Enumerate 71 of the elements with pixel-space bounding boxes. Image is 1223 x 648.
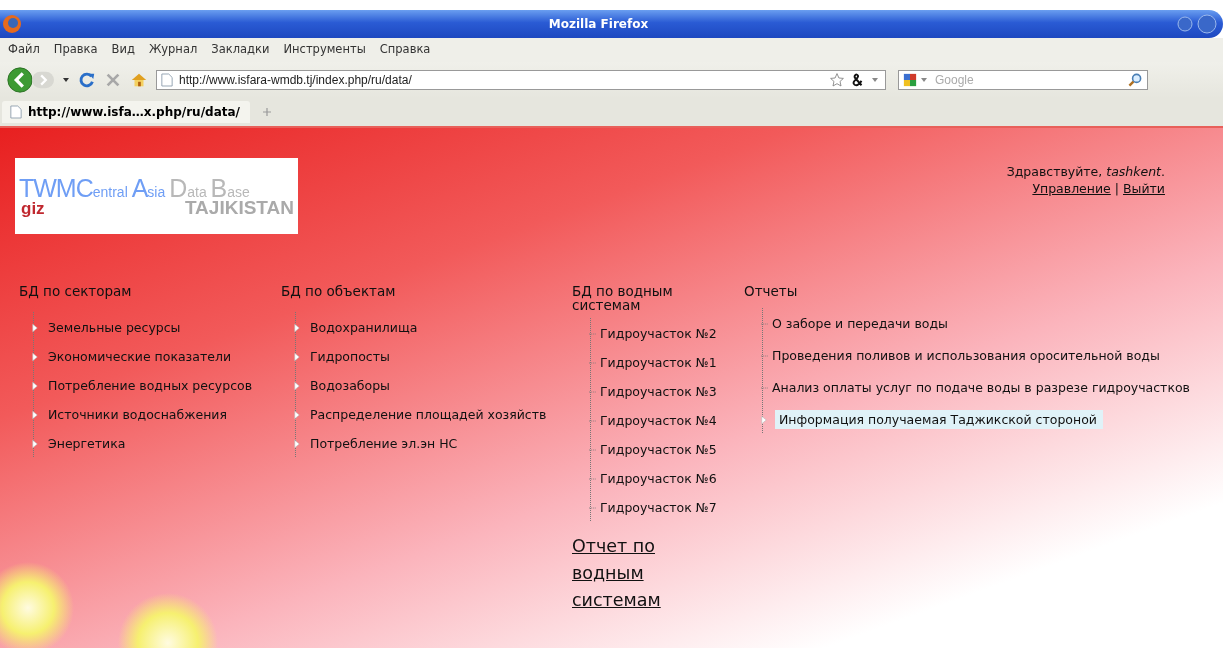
arrow-icon bbox=[32, 322, 38, 333]
window-title: Mozilla Firefox bbox=[547, 17, 650, 31]
browser-tab[interactable]: http://www.isfa…x.php/ru/data/ bbox=[2, 101, 250, 123]
menu-item[interactable]: Журнал bbox=[148, 42, 198, 56]
menu-item[interactable]: Вид bbox=[111, 42, 135, 56]
menu-link[interactable]: Экономические показатели bbox=[46, 347, 233, 366]
separator-text: | bbox=[1114, 181, 1119, 196]
menu-link[interactable]: Гидроучасток №1 bbox=[598, 353, 719, 372]
admin-link[interactable]: Управление bbox=[1032, 181, 1111, 196]
arrow-icon bbox=[32, 409, 38, 420]
logout-link[interactable]: Выйти bbox=[1123, 181, 1165, 196]
menu-link[interactable]: Гидроучасток №5 bbox=[598, 440, 719, 459]
menu-link[interactable]: Потребление водных ресурсов bbox=[46, 376, 255, 395]
menu-link[interactable]: Гидроучасток №7 bbox=[598, 498, 719, 517]
home-icon[interactable] bbox=[130, 71, 148, 89]
menu-link[interactable]: Водозаборы bbox=[308, 376, 392, 395]
arrow-icon bbox=[294, 380, 300, 391]
column-heading: БД по водным системам bbox=[572, 284, 674, 312]
menu-link[interactable]: Проведения поливов и использования оросительной воды bbox=[770, 346, 1162, 365]
menu-link[interactable]: Гидроучасток №2 bbox=[598, 324, 719, 343]
menu-link[interactable]: Информация получаемая Таджикской стороной bbox=[775, 410, 1103, 429]
page-icon bbox=[10, 105, 22, 119]
menu-link[interactable]: Энергетика bbox=[46, 434, 128, 453]
search-icon[interactable] bbox=[1127, 72, 1143, 88]
arrow-icon bbox=[294, 351, 300, 362]
report-link[interactable]: Отчет по водным системам bbox=[572, 533, 682, 614]
logo-text: A bbox=[131, 173, 148, 203]
menu-link[interactable]: Гидропосты bbox=[308, 347, 392, 366]
caret-icon[interactable] bbox=[62, 76, 70, 84]
menu-item[interactable]: Инструменты bbox=[283, 42, 366, 56]
globe-icon[interactable] bbox=[2, 14, 22, 34]
column-heading: БД по объектам bbox=[281, 284, 397, 301]
menu-link[interactable]: Водохранилища bbox=[308, 318, 420, 337]
window-controls-icon[interactable] bbox=[1175, 12, 1219, 36]
engine-icon[interactable] bbox=[903, 73, 917, 87]
menu-link[interactable]: Гидроучасток №6 bbox=[598, 469, 719, 488]
star-icon[interactable] bbox=[829, 72, 845, 88]
column-heading: Отчеты bbox=[744, 284, 799, 301]
arrow-icon bbox=[32, 351, 38, 362]
menu-link[interactable]: Потребление эл.эн НС bbox=[308, 434, 460, 453]
ampersand-icon[interactable] bbox=[851, 73, 865, 87]
menu-item[interactable]: Правка bbox=[53, 42, 98, 56]
arrow-icon bbox=[32, 380, 38, 391]
arrow-icon bbox=[294, 438, 300, 449]
menu-item[interactable]: Закладки bbox=[211, 42, 270, 56]
menu-link[interactable]: Гидроучасток №4 bbox=[598, 411, 719, 430]
menu-link[interactable]: Земельные ресурсы bbox=[46, 318, 183, 337]
menu-link[interactable]: Гидроучасток №3 bbox=[598, 382, 719, 401]
menu-item[interactable]: Файл bbox=[8, 42, 40, 56]
tab-label: http://www.isfa…x.php/ru/data/ bbox=[28, 105, 240, 119]
address-field[interactable]: http://www.isfara-wmdb.tj/index.php/ru/data/ bbox=[156, 70, 886, 90]
arrow-icon bbox=[761, 414, 767, 425]
reload-icon[interactable] bbox=[78, 71, 96, 89]
menu-link[interactable]: О заборе и передачи воды bbox=[770, 314, 950, 333]
column-heading: БД по секторам bbox=[19, 284, 133, 301]
logo-text: entral bbox=[92, 183, 129, 200]
menu-item[interactable]: Справка bbox=[379, 42, 431, 56]
back-icon[interactable] bbox=[6, 66, 34, 94]
search-field[interactable]: Google bbox=[898, 70, 1148, 90]
page-icon bbox=[161, 73, 173, 87]
close-icon[interactable] bbox=[104, 71, 122, 89]
arrow-icon bbox=[32, 438, 38, 449]
menu-link[interactable]: Источники водоснабжения bbox=[46, 405, 229, 424]
logo-text: sia bbox=[147, 183, 167, 200]
arrow-icon bbox=[294, 409, 300, 420]
menu-link[interactable]: Распределение площадей хозяйств bbox=[308, 405, 549, 424]
arrow-icon bbox=[294, 322, 300, 333]
url-text: http://www.isfara-wmdb.tj/index.php/ru/data/ bbox=[179, 73, 413, 87]
plus-icon[interactable] bbox=[261, 107, 272, 117]
greeting-text: Здравствуйте, tashkent. bbox=[1006, 164, 1165, 179]
menu-link[interactable]: Анализ оплаты услуг по подаче воды в разрезе гидроучастков bbox=[770, 378, 1192, 397]
